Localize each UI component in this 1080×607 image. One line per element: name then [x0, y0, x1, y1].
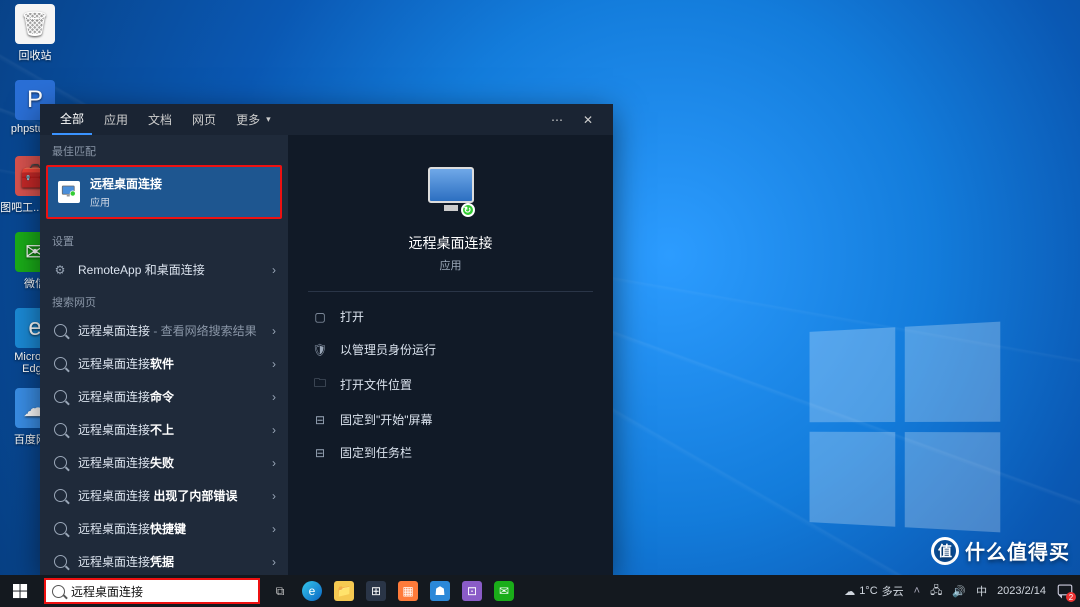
app1-taskbar-icon[interactable]: ▦	[392, 575, 424, 607]
explorer-taskbar-icon[interactable]: 📁	[328, 575, 360, 607]
web-result-6[interactable]: 远程桌面连接快捷键›	[40, 512, 288, 545]
web-result-2[interactable]: 远程桌面连接命令›	[40, 380, 288, 413]
store-taskbar-icon[interactable]: ⊞	[360, 575, 392, 607]
web-result-7[interactable]: 远程桌面连接凭据›	[40, 545, 288, 578]
search-tab-全部[interactable]: 全部	[52, 104, 92, 135]
search-detail-pane: ↻ 远程桌面连接 应用 ▢打开🛡以管理员身份运行🗀打开文件位置⊟固定到"开始"屏…	[288, 135, 613, 578]
close-button[interactable]: ✕	[575, 107, 601, 133]
detail-action-admin[interactable]: 🛡以管理员身份运行	[308, 333, 593, 366]
gear-icon: ⚙	[52, 262, 68, 278]
app2-taskbar-icon[interactable]: ☗	[424, 575, 456, 607]
wechat-taskbar-icon[interactable]: ✉	[488, 575, 520, 607]
search-icon	[52, 455, 68, 471]
search-icon	[52, 323, 68, 339]
chevron-right-icon: ›	[272, 357, 276, 371]
weather-widget[interactable]: ☁ 1°C 多云	[844, 583, 903, 599]
task-view-button[interactable]: ⧉	[264, 575, 296, 607]
pin-start-icon: ⊟	[312, 413, 328, 427]
system-tray: ☁ 1°C 多云 ˄ 🖧 🔊 中 2023/2/14 2	[838, 582, 1080, 601]
app-icon: 🗑	[15, 4, 55, 44]
icon-label: 回收站	[0, 47, 70, 63]
taskbar-search-box[interactable]	[44, 578, 260, 604]
search-icon	[52, 585, 65, 598]
chevron-right-icon: ›	[272, 423, 276, 437]
taskbar-pinned-apps: ⧉ e 📁 ⊞ ▦ ☗ ⊡ ✉	[264, 575, 520, 607]
section-web: 搜索网页	[40, 286, 288, 314]
search-tab-文档[interactable]: 文档	[140, 104, 180, 135]
admin-icon: 🛡	[312, 343, 328, 357]
search-icon	[52, 389, 68, 405]
search-icon	[52, 521, 68, 537]
remote-desktop-icon	[58, 181, 80, 203]
detail-action-pin-task[interactable]: ⊟固定到任务栏	[308, 436, 593, 469]
detail-app-icon: ↻	[423, 167, 479, 223]
search-results-list: 最佳匹配 远程桌面连接 应用 设置 ⚙ RemoteApp 和桌面连接 › 搜索…	[40, 135, 288, 578]
detail-subtitle: 应用	[308, 257, 593, 273]
chevron-right-icon: ›	[272, 324, 276, 338]
weather-icon: ☁	[844, 585, 855, 598]
action-center-button[interactable]: 2	[1056, 582, 1074, 600]
detail-action-pin-start[interactable]: ⊟固定到"开始"屏幕	[308, 403, 593, 436]
app3-taskbar-icon[interactable]: ⊡	[456, 575, 488, 607]
tray-chevron-up-icon[interactable]: ˄	[914, 585, 920, 597]
web-result-1[interactable]: 远程桌面连接软件›	[40, 347, 288, 380]
search-tab-应用[interactable]: 应用	[96, 104, 136, 135]
chevron-right-icon: ›	[272, 522, 276, 536]
detail-title: 远程桌面连接	[308, 233, 593, 253]
pin-task-icon: ⊟	[312, 446, 328, 460]
network-icon[interactable]: 🖧	[930, 582, 942, 601]
settings-item-remoteapp[interactable]: ⚙ RemoteApp 和桌面连接 ›	[40, 253, 288, 286]
volume-icon[interactable]: 🔊	[952, 585, 966, 598]
chevron-right-icon: ›	[272, 456, 276, 470]
search-icon	[52, 356, 68, 372]
best-match-title: 远程桌面连接	[90, 175, 162, 192]
taskbar-search-input[interactable]	[71, 584, 252, 598]
open-icon: ▢	[312, 310, 328, 324]
web-result-4[interactable]: 远程桌面连接失败›	[40, 446, 288, 479]
more-options-button[interactable]: ⋯	[543, 107, 571, 133]
detail-action-open[interactable]: ▢打开	[308, 300, 593, 333]
search-tab-网页[interactable]: 网页	[184, 104, 224, 135]
taskbar: ⧉ e 📁 ⊞ ▦ ☗ ⊡ ✉ ☁ 1°C 多云 ˄ 🖧 🔊 中 2023/2/…	[0, 575, 1080, 607]
web-result-5[interactable]: 远程桌面连接 出现了内部错误›	[40, 479, 288, 512]
folder-icon: 🗀	[312, 374, 328, 395]
web-result-0[interactable]: 远程桌面连接 - 查看网络搜索结果›	[40, 314, 288, 347]
watermark: 值 什么值得买	[931, 536, 1070, 565]
chevron-right-icon: ›	[272, 555, 276, 569]
watermark-logo-icon: 值	[931, 537, 959, 565]
clock[interactable]: 2023/2/14	[997, 585, 1046, 597]
start-button[interactable]	[0, 575, 40, 607]
web-result-3[interactable]: 远程桌面连接不上›	[40, 413, 288, 446]
chevron-right-icon: ›	[272, 489, 276, 503]
search-icon	[52, 554, 68, 570]
chevron-right-icon: ›	[272, 390, 276, 404]
section-best-match: 最佳匹配	[40, 135, 288, 163]
edge-taskbar-icon[interactable]: e	[296, 575, 328, 607]
desktop-icon-0[interactable]: 🗑 回收站	[0, 4, 70, 63]
ime-indicator[interactable]: 中	[976, 583, 987, 599]
chevron-right-icon: ›	[272, 263, 276, 277]
best-match-item[interactable]: 远程桌面连接 应用	[46, 165, 282, 219]
detail-action-folder[interactable]: 🗀打开文件位置	[308, 366, 593, 403]
best-match-subtitle: 应用	[90, 194, 162, 209]
search-tabs: 全部应用文档网页更多 ⋯ ✕	[40, 104, 613, 135]
section-settings: 设置	[40, 225, 288, 253]
search-icon	[52, 422, 68, 438]
search-icon	[52, 488, 68, 504]
start-search-panel: 全部应用文档网页更多 ⋯ ✕ 最佳匹配 远程桌面连接 应用 设置 ⚙ Remot…	[40, 104, 613, 575]
windows-logo	[810, 322, 1001, 533]
search-tab-更多[interactable]: 更多	[228, 104, 279, 135]
